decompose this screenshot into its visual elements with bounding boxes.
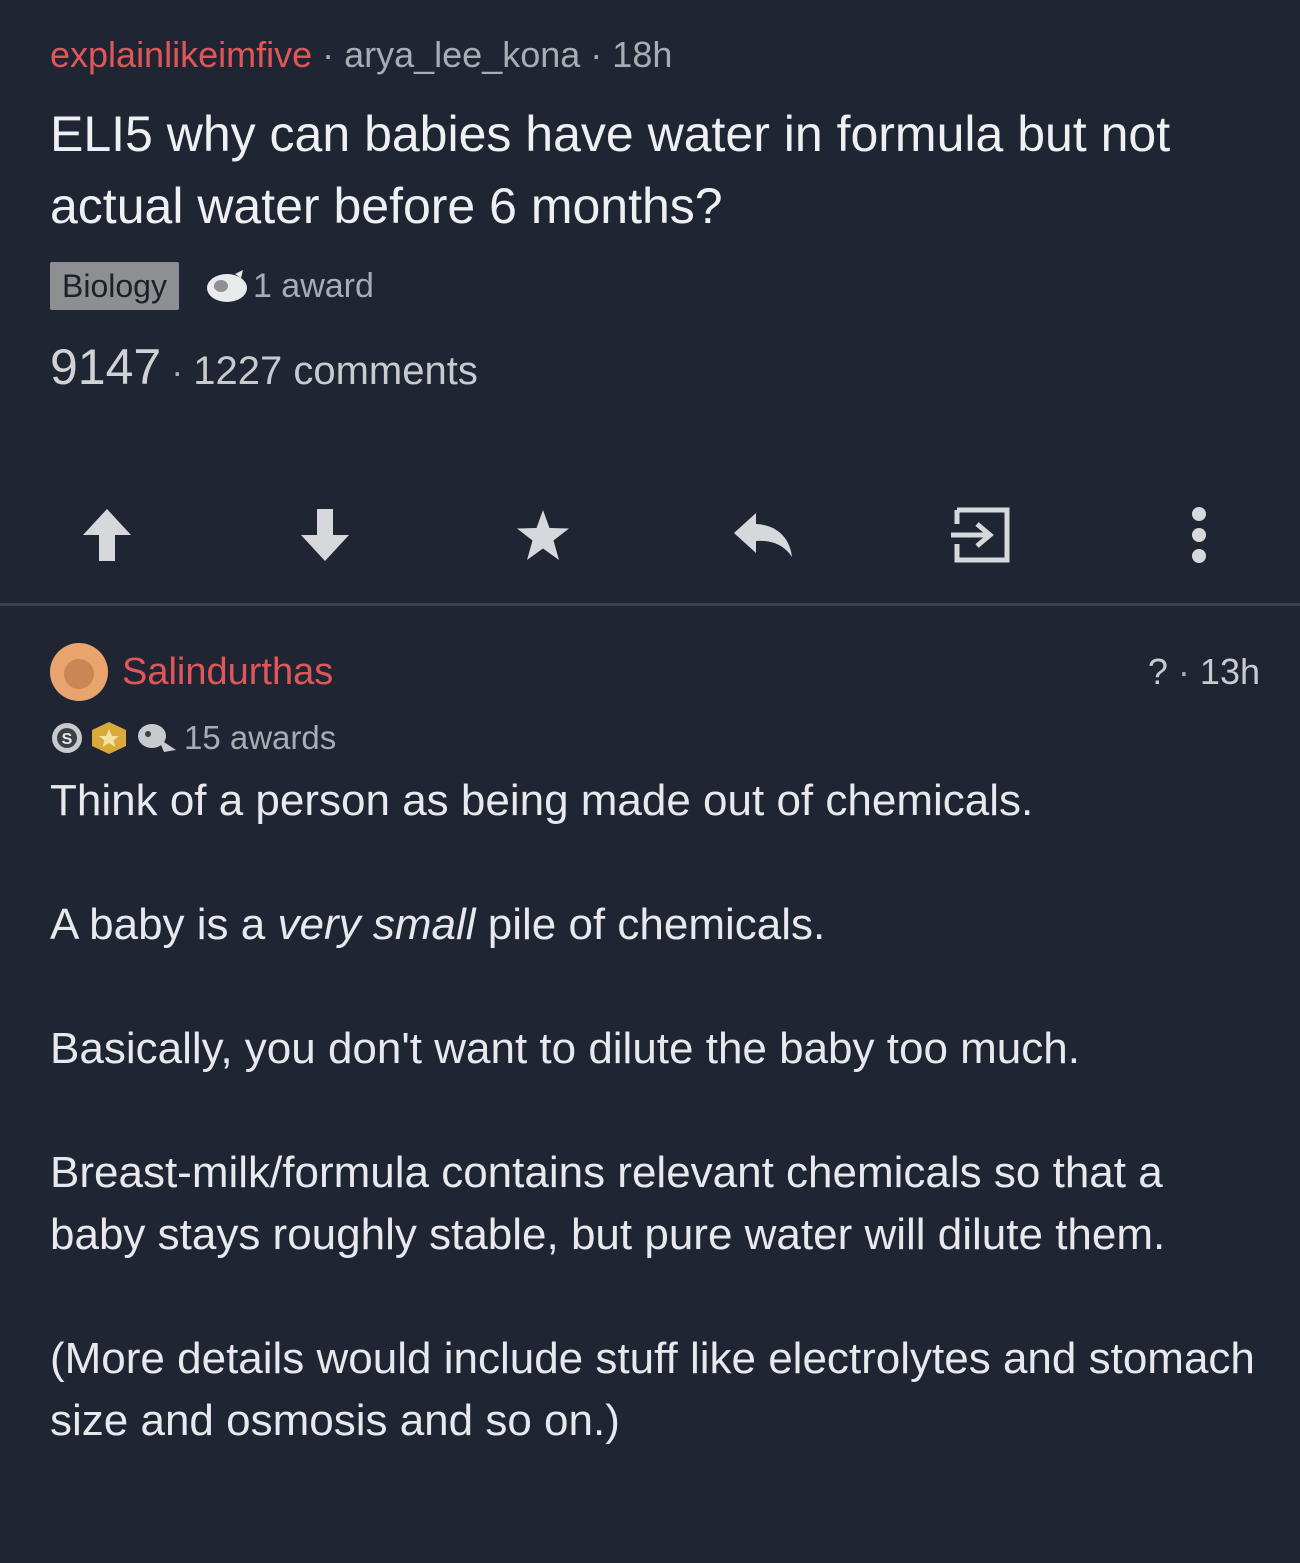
meta-separator: · (322, 34, 335, 75)
comment-count[interactable]: 1227 comments (193, 349, 478, 394)
avatar-face-icon (64, 659, 94, 689)
upvote-icon (83, 509, 131, 561)
reply-button[interactable] (728, 500, 798, 570)
subreddit-link[interactable]: explainlikeimfive (50, 34, 312, 75)
comment: Salindurthas ? · 13h S 15 awards Think of … (50, 640, 1260, 1452)
share-button[interactable] (945, 500, 1015, 570)
comment-meta: ? · 13h (1148, 651, 1260, 693)
comment-paragraph: (More details would include stuff like e… (50, 1334, 1255, 1445)
comment-paragraph: Think of a person as being made out of c… (50, 776, 1034, 825)
comment-author[interactable]: Salindurthas (122, 651, 333, 694)
comment-age: 13h (1199, 651, 1260, 692)
emphasized-text: very small (277, 900, 476, 949)
award-icon (206, 270, 247, 302)
downvote-button[interactable] (290, 500, 360, 570)
stats-separator: · (171, 351, 184, 392)
comment-paragraph: A baby is a very small pile of chemicals… (50, 894, 1260, 956)
section-divider (0, 603, 1300, 606)
silver-award-icon: S (52, 723, 82, 753)
comment-paragraph: Basically, you don't want to dilute the … (50, 1024, 1080, 1073)
meta-separator: · (590, 34, 603, 75)
paragraph-text: pile of chemicals. (475, 900, 826, 949)
post-tags: Biology 1 award (50, 262, 1260, 310)
share-icon (951, 507, 1010, 563)
svg-text:S: S (62, 731, 73, 748)
more-icon (1192, 507, 1206, 563)
post-author[interactable]: arya_lee_kona (344, 34, 580, 75)
comment-score: ? (1147, 651, 1168, 692)
star-icon (517, 510, 569, 560)
downvote-icon (301, 509, 349, 561)
post-age: 18h (612, 34, 673, 75)
upvote-button[interactable] (72, 500, 142, 570)
gold-award-icon (92, 722, 126, 754)
avatar[interactable] (50, 643, 108, 701)
post-score: 9147 (50, 339, 162, 395)
save-button[interactable] (508, 500, 578, 570)
paragraph-text: A baby is a (50, 900, 278, 949)
wholesome-award-icon (138, 724, 176, 752)
post-meta: explainlikeimfive · arya_lee_kona · 18h (50, 30, 1260, 80)
post-stats: 9147 · 1227 comments (50, 338, 1260, 396)
more-options-button[interactable] (1164, 500, 1234, 570)
post-awards-label: 1 award (252, 266, 374, 305)
comment-body: Think of a person as being made out of c… (50, 770, 1260, 1452)
flair-badge[interactable]: Biology (50, 262, 179, 310)
comment-awards-label: 15 awards (184, 719, 337, 756)
post-awards[interactable]: 1 award (205, 267, 374, 306)
comment-paragraph: Breast-milk/formula contains relevant ch… (50, 1148, 1166, 1259)
post-title[interactable]: ELI5 why can babies have water in formul… (50, 98, 1260, 242)
post: explainlikeimfive · arya_lee_kona · 18h ELI5… (50, 30, 1260, 396)
post-action-bar (0, 480, 1300, 580)
comment-header: Salindurthas ? · 13h (50, 640, 1260, 704)
reply-icon (734, 513, 792, 557)
meta-separator: · (1177, 651, 1190, 692)
comment-awards[interactable]: S 15 awards (50, 716, 1260, 760)
